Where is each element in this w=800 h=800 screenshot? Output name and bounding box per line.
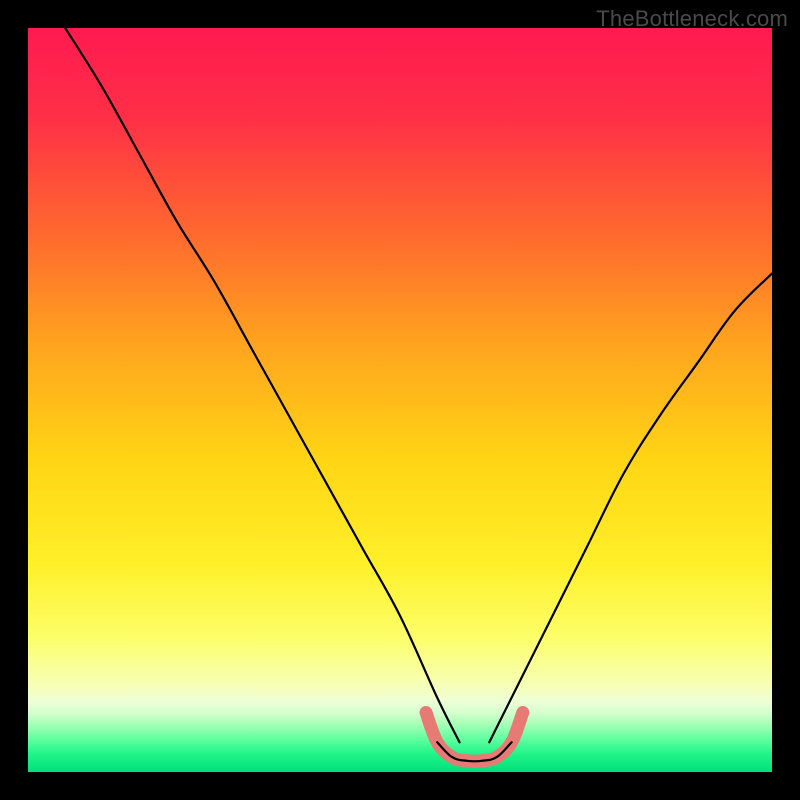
curve-left-branch <box>65 28 459 742</box>
plot-area <box>28 28 772 772</box>
bottleneck-curve <box>28 28 772 772</box>
chart-frame: TheBottleneck.com <box>0 0 800 800</box>
curve-right-branch <box>489 274 772 743</box>
watermark-text: TheBottleneck.com <box>596 6 788 32</box>
optimum-highlight <box>426 712 523 761</box>
